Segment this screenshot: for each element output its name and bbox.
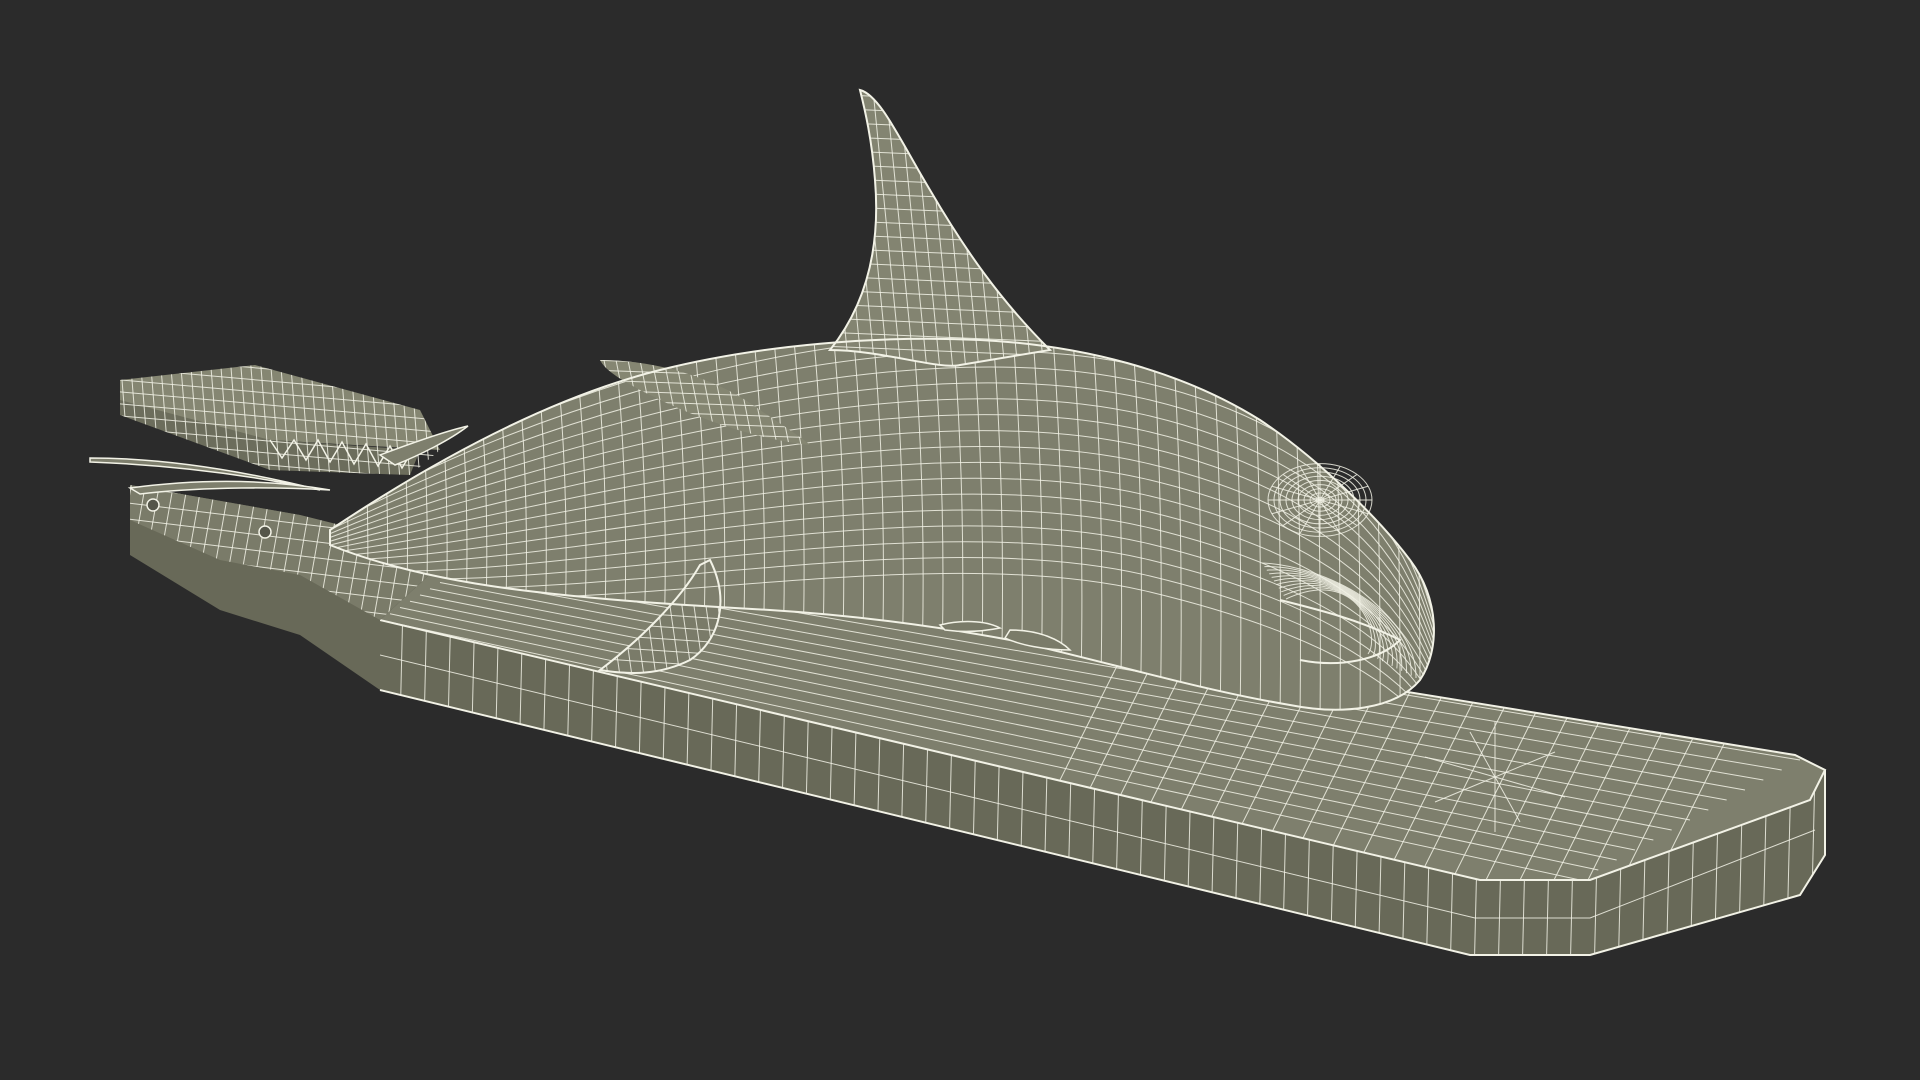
dorsal-fin-surface <box>830 90 1050 366</box>
screw-head <box>146 498 160 512</box>
render-viewport <box>0 0 1920 1080</box>
screw-head <box>258 525 272 539</box>
tail-fin-lower <box>127 480 331 495</box>
wireframe-scene <box>89 88 1827 956</box>
clamp-top-surface <box>120 365 440 450</box>
